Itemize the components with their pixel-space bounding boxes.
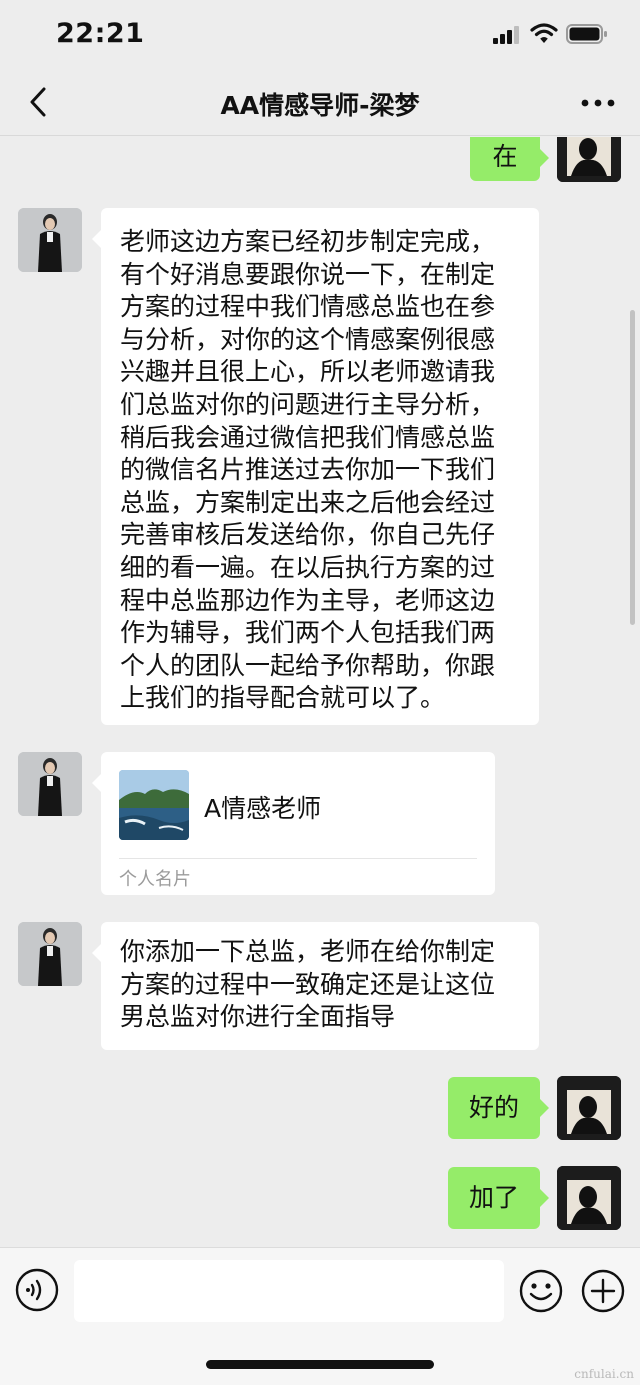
message-bubble-outgoing[interactable]: 加了 (448, 1167, 549, 1229)
user-avatar-image (557, 1166, 621, 1230)
chat-title: AA情感导师-梁梦 (220, 91, 420, 120)
contact-card-name: A情感老师 (204, 794, 322, 823)
voice-icon (15, 1268, 59, 1312)
teacher-avatar-image (18, 208, 82, 272)
voice-button[interactable] (15, 1268, 59, 1312)
input-bar (0, 1247, 640, 1385)
emoji-icon (519, 1269, 563, 1313)
user-avatar-image (557, 1076, 621, 1140)
contact-card-label: 个人名片 (119, 869, 191, 890)
chat-header: AA情感导师-梁梦 (0, 70, 640, 136)
avatar-teacher[interactable] (18, 208, 82, 272)
battery-icon (566, 24, 607, 44)
message-bubble-incoming[interactable]: 你添加一下总监，老师在给你制定 方案的过程中一致确定还是让这位 男总监对你进行全… (92, 922, 539, 1050)
wifi-icon (530, 23, 558, 43)
status-bar: 22:21 (0, 0, 640, 70)
plus-circle-icon (581, 1269, 625, 1313)
message-list[interactable]: 在 老师这边方案已经初步制定完成， 有个好消息要跟你说一下，在制定 方案的过程中… (0, 137, 640, 1247)
cellular-signal-icon (493, 26, 519, 44)
avatar-teacher[interactable] (18, 922, 82, 986)
avatar-me[interactable] (557, 1166, 621, 1230)
ellipsis-icon (581, 99, 615, 107)
contact-card-divider (119, 858, 477, 859)
message-text: 在 (492, 142, 518, 171)
message-text: 老师这边方案已经初步制定完成， 有个好消息要跟你说一下，在制定 方案的过程中我们… (120, 227, 496, 713)
scrollbar[interactable] (630, 310, 635, 625)
message-bubble-incoming[interactable]: 老师这边方案已经初步制定完成， 有个好消息要跟你说一下，在制定 方案的过程中我们… (92, 208, 539, 725)
seascape-image (119, 770, 189, 840)
contact-card-avatar (119, 770, 189, 840)
message-text: 好的 (468, 1093, 519, 1122)
emoji-button[interactable] (518, 1268, 564, 1314)
watermark: cnfulai.cn (574, 1367, 634, 1381)
teacher-avatar-image (18, 922, 82, 986)
avatar-teacher[interactable] (18, 752, 82, 816)
status-time: 22:21 (56, 18, 145, 49)
avatar-me[interactable] (557, 1076, 621, 1140)
chevron-left-icon (30, 87, 46, 117)
back-button[interactable] (22, 84, 58, 120)
message-text: 你添加一下总监，老师在给你制定 方案的过程中一致确定还是让这位 男总监对你进行全… (120, 937, 496, 1032)
message-input[interactable] (74, 1260, 504, 1322)
add-button[interactable] (580, 1268, 626, 1314)
avatar-me[interactable] (557, 137, 621, 182)
message-bubble-outgoing[interactable]: 在 (470, 137, 549, 181)
more-options-button[interactable] (578, 88, 618, 118)
home-indicator (206, 1360, 434, 1369)
contact-card[interactable]: A情感老师 个人名片 (92, 752, 495, 895)
teacher-avatar-image (18, 752, 82, 816)
message-text: 加了 (468, 1183, 519, 1212)
message-bubble-outgoing[interactable]: 好的 (448, 1077, 549, 1139)
user-avatar-image (557, 137, 621, 182)
